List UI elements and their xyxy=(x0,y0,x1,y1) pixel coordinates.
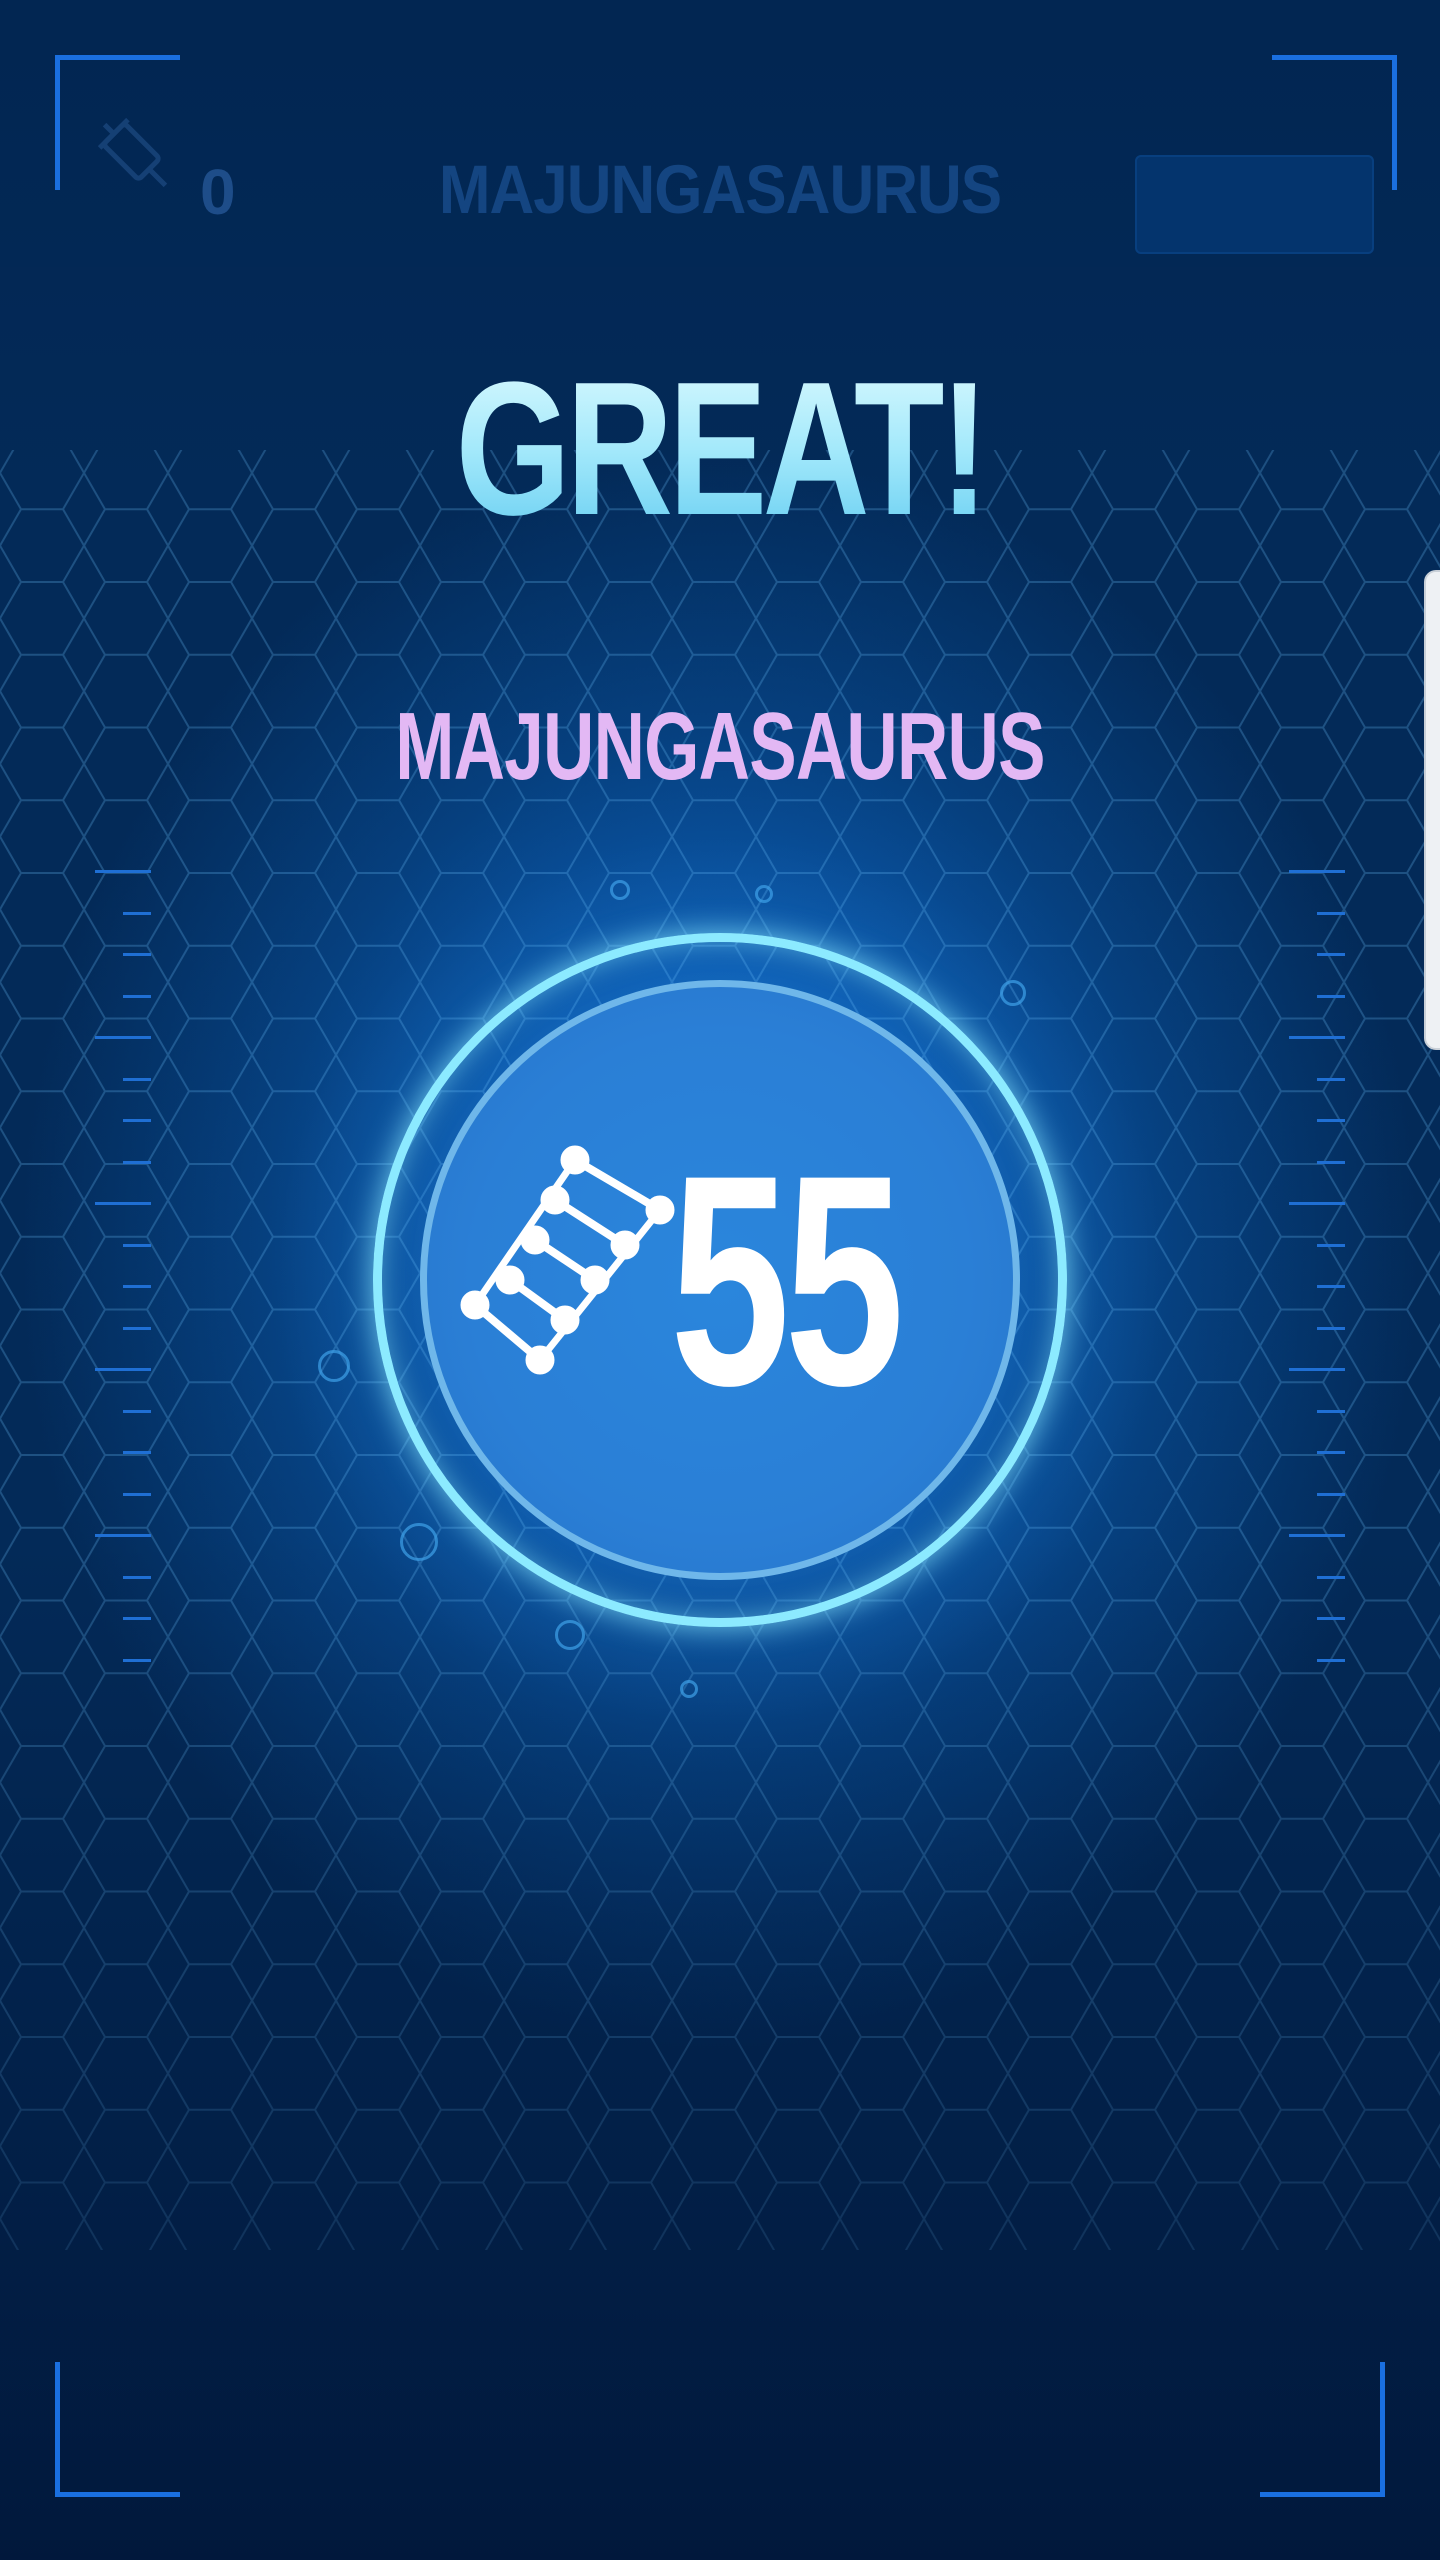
scale-tick xyxy=(1317,1409,1345,1413)
scale-tick xyxy=(1317,1285,1345,1288)
scale-tick xyxy=(123,1326,151,1330)
dna-icon xyxy=(460,1145,675,1375)
scale-tick xyxy=(1317,1617,1345,1620)
frame-corner-bottom-left xyxy=(55,2362,180,2497)
scale-tick xyxy=(1317,1492,1345,1496)
scale-tick xyxy=(95,870,151,873)
scale-tick xyxy=(123,1451,151,1454)
scale-tick xyxy=(123,911,151,915)
scale-tick xyxy=(95,1036,151,1039)
scale-tick xyxy=(95,1534,151,1537)
top-bar: 0 MAJUNGASAURUS xyxy=(0,60,1440,254)
bubble xyxy=(680,1680,698,1698)
scale-tick xyxy=(123,1243,151,1247)
scale-tick xyxy=(123,1285,151,1288)
scale-tick xyxy=(1317,1658,1345,1662)
headline: GREAT! xyxy=(158,340,1281,558)
scale-tick xyxy=(1317,1451,1345,1454)
scale-tick xyxy=(1289,870,1345,873)
scale-tick xyxy=(1317,911,1345,915)
scale-tick xyxy=(1317,994,1345,998)
bubble xyxy=(610,880,630,900)
scale-tick xyxy=(1289,1036,1345,1039)
scale-left xyxy=(95,870,155,1680)
scale-tick xyxy=(123,1658,151,1662)
frame-corner-bottom-right xyxy=(1260,2362,1385,2497)
bubble xyxy=(555,1620,585,1650)
dinosaur-name: MAJUNGASAURUS xyxy=(395,693,1045,800)
edge-panel-handle[interactable] xyxy=(1424,570,1440,1050)
bubble xyxy=(318,1350,350,1382)
bubble xyxy=(1000,980,1026,1006)
scale-tick xyxy=(1317,953,1345,956)
scale-tick xyxy=(123,1077,151,1081)
scale-tick xyxy=(123,953,151,956)
bubble xyxy=(755,885,773,903)
scale-tick xyxy=(1289,1368,1345,1371)
scale-tick xyxy=(123,1160,151,1164)
scale-tick xyxy=(95,1368,151,1371)
scale-tick xyxy=(123,1409,151,1413)
scale-tick xyxy=(1317,1077,1345,1081)
bubble xyxy=(400,1523,438,1561)
scale-right xyxy=(1285,870,1345,1680)
scale-tick xyxy=(1289,1534,1345,1537)
scale-tick xyxy=(95,1202,151,1205)
scale-tick xyxy=(123,1119,151,1122)
scale-tick xyxy=(1317,1243,1345,1247)
scale-tick xyxy=(1317,1119,1345,1122)
scale-tick xyxy=(1317,1326,1345,1330)
scale-tick xyxy=(1289,1202,1345,1205)
scale-tick xyxy=(123,1617,151,1620)
scale-tick xyxy=(123,1492,151,1496)
top-button[interactable] xyxy=(1135,155,1374,254)
dna-amount: 55 xyxy=(670,1112,905,1448)
scale-tick xyxy=(1317,1160,1345,1164)
scale-tick xyxy=(1317,1575,1345,1579)
scale-tick xyxy=(123,994,151,998)
scale-tick xyxy=(123,1575,151,1579)
